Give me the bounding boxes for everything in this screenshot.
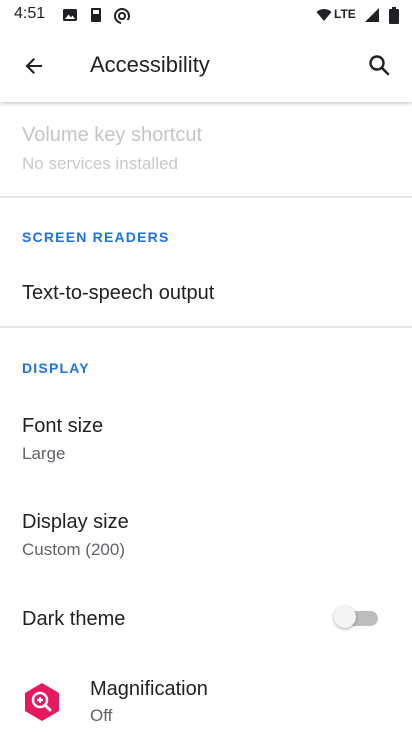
battery-icon <box>389 7 399 24</box>
status-time: 4:51 <box>14 5 46 22</box>
font-size-title: Font size <box>22 415 104 437</box>
search-icon <box>369 55 390 76</box>
display-size-item[interactable]: Display size Custom (200) <box>0 494 412 586</box>
search-button[interactable] <box>358 44 402 88</box>
status-bar: 4:51 LTE <box>0 0 412 30</box>
dark-theme-title: Dark theme <box>22 608 126 630</box>
arrow-back-icon <box>25 58 42 74</box>
wifi-icon <box>316 9 332 21</box>
section-header-screen-readers: SCREEN READERS <box>22 229 170 245</box>
display-size-value: Custom (200) <box>22 540 125 559</box>
volume-key-shortcut-item[interactable]: Volume key shortcut No services installe… <box>0 102 412 198</box>
magnification-icon <box>25 683 59 721</box>
divider <box>0 326 412 328</box>
photo-notification-icon <box>63 9 77 21</box>
network-type: LTE <box>334 7 356 21</box>
page-title: Accessibility <box>90 52 210 77</box>
section-header-display: DISPLAY <box>22 360 90 376</box>
media-notification-icon <box>91 8 101 22</box>
toggle-thumb <box>334 606 356 628</box>
magnification-value: Off <box>90 706 113 725</box>
text-to-speech-output-item[interactable]: Text-to-speech output <box>0 260 412 326</box>
lte-signal-icon <box>365 8 379 22</box>
dark-theme-toggle[interactable] <box>334 606 384 632</box>
volume-key-shortcut-title: Volume key shortcut <box>22 124 203 146</box>
font-size-value: Large <box>22 444 66 463</box>
volume-key-shortcut-subtitle: No services installed <box>22 154 178 173</box>
magnification-title: Magnification <box>90 678 208 700</box>
display-size-title: Display size <box>22 511 129 533</box>
font-size-item[interactable]: Font size Large <box>0 398 412 488</box>
back-button[interactable] <box>12 44 56 88</box>
text-to-speech-output-title: Text-to-speech output <box>22 282 215 304</box>
divider <box>0 196 412 198</box>
app-bar: Accessibility <box>0 30 412 102</box>
sync-notification-icon <box>114 8 130 24</box>
